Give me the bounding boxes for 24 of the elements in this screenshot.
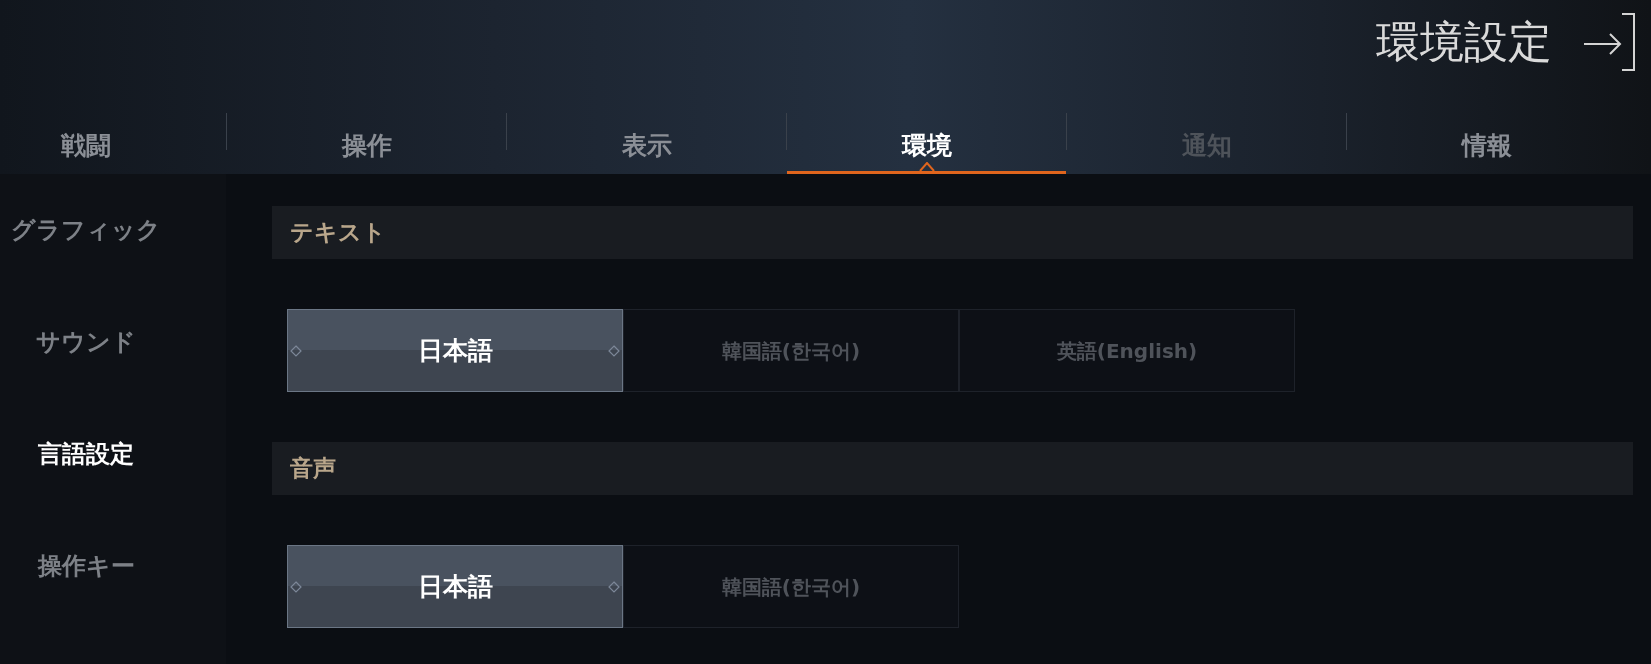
- diamond-icon: [290, 580, 302, 593]
- page-title: 環境設定: [1376, 20, 1552, 64]
- language-option[interactable]: 英語(English): [959, 309, 1295, 392]
- sidebar-item[interactable]: グラフィック: [0, 174, 226, 286]
- diamond-icon: [290, 344, 302, 357]
- diamond-icon: [608, 580, 620, 593]
- sidebar-item[interactable]: サウンド: [0, 286, 226, 398]
- exit-button[interactable]: [1582, 12, 1636, 72]
- tab[interactable]: 操作: [227, 84, 506, 174]
- tab[interactable]: 環境: [787, 84, 1066, 174]
- section-header: 音声: [272, 442, 1633, 495]
- sidebar-item[interactable]: 操作キー: [0, 510, 226, 622]
- language-option[interactable]: 韓国語(한국어): [623, 309, 959, 392]
- sidebar-item[interactable]: 言語設定: [0, 398, 226, 510]
- tab[interactable]: 情報: [1347, 84, 1626, 174]
- chevron-up-icon: [918, 162, 935, 171]
- diamond-icon: [608, 344, 620, 357]
- exit-icon: [1582, 12, 1636, 72]
- language-option[interactable]: 日本語: [287, 309, 623, 392]
- tab[interactable]: 戦闘: [0, 84, 226, 174]
- tab[interactable]: 表示: [507, 84, 786, 174]
- language-option[interactable]: 韓国語(한국어): [623, 545, 959, 628]
- language-option[interactable]: 日本語: [287, 545, 623, 628]
- section-header: テキスト: [272, 206, 1633, 259]
